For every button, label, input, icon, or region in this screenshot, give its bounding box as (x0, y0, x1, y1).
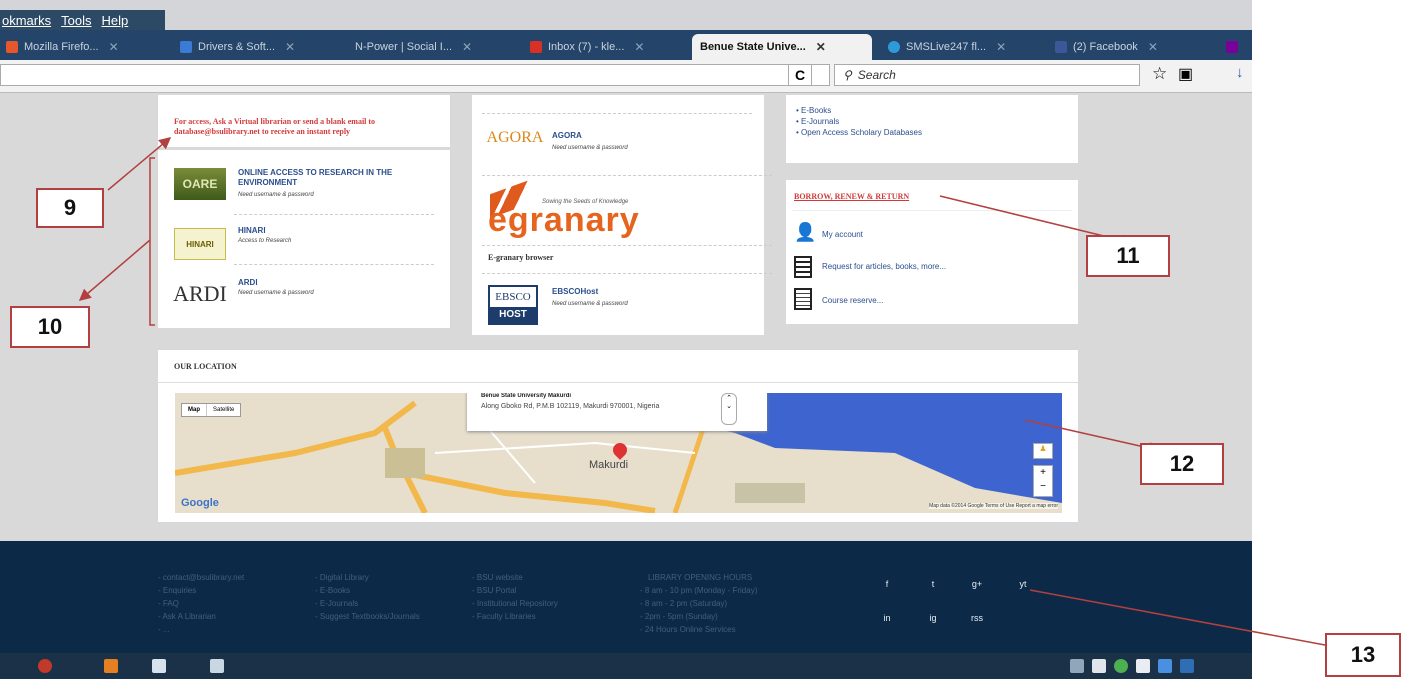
arrow-9 (107, 137, 172, 191)
annotation-10: 10 (10, 306, 90, 348)
annotation-13: 13 (1325, 633, 1401, 677)
bracket-10 (149, 157, 155, 326)
arrow-11 (939, 195, 1124, 247)
annotation-arrows (78, 137, 1337, 653)
annotation-9: 9 (36, 188, 104, 228)
arrow-13 (1029, 589, 1337, 653)
arrow-10 (78, 239, 151, 301)
annotation-11: 11 (1086, 235, 1170, 277)
annotation-12: 12 (1140, 443, 1224, 485)
arrow-12 (1024, 419, 1152, 455)
